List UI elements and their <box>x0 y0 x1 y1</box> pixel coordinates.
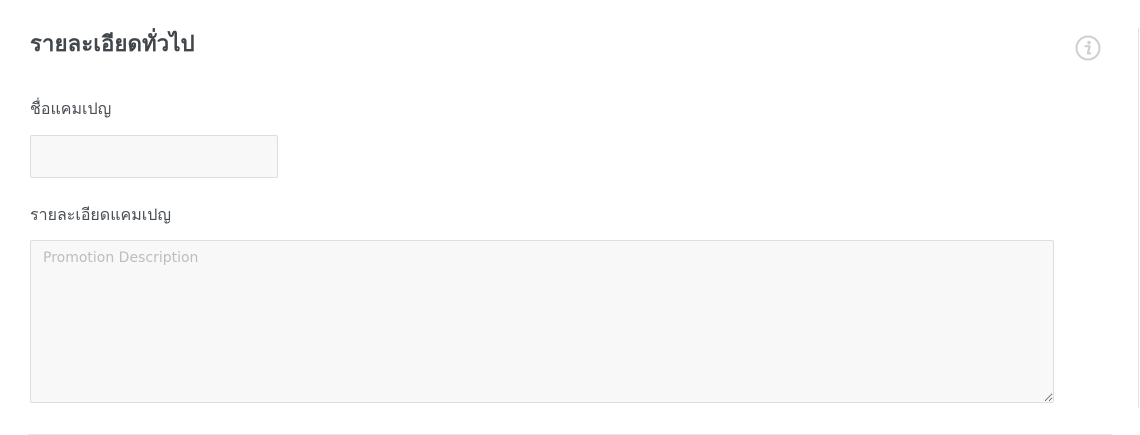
info-icon[interactable] <box>1075 35 1101 61</box>
campaign-name-input[interactable] <box>30 135 278 178</box>
section-title: รายละเอียดทั่วไป <box>30 32 195 57</box>
campaign-description-label: รายละเอียดแคมเปญ <box>30 205 172 224</box>
campaign-name-label: ชื่อแคมเปญ <box>30 99 112 118</box>
campaign-description-textarea[interactable] <box>30 240 1054 403</box>
panel-divider <box>1138 28 1139 408</box>
